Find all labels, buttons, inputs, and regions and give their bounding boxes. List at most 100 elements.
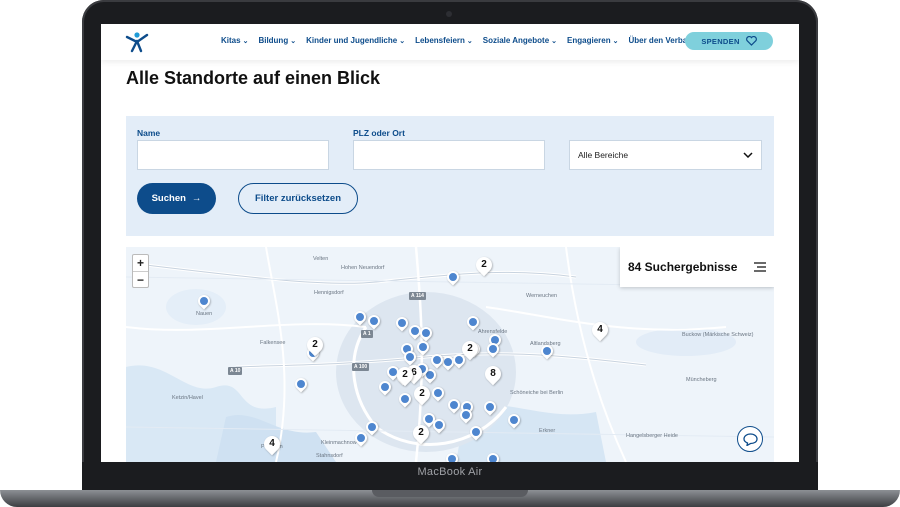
place-label: Falkensee [260,340,286,346]
place-label: Werneuchen [526,293,558,299]
cluster-marker[interactable]: 2 [393,363,417,387]
marker-dot [487,453,499,462]
list-icon [754,262,766,272]
cluster-count: 2 [418,427,424,438]
zoom-out-button[interactable]: − [133,272,148,288]
heart-icon [745,36,757,46]
camera-icon [446,11,452,17]
road-label: A 10 [228,367,243,375]
reset-filter-button[interactable]: Filter zurücksetzen [238,183,358,214]
cluster-count: 4 [597,324,603,335]
nav-item-kitas[interactable]: Kitas ⌄ [221,36,248,45]
cluster-count: 4 [269,438,275,449]
cluster-marker[interactable]: 4 [588,318,612,342]
logo-icon[interactable] [125,31,149,53]
marker-dot [487,343,499,355]
cluster-count: 8 [490,368,496,379]
cluster-marker[interactable]: 2 [303,333,327,357]
nav-item-bildung[interactable]: Bildung ⌄ [258,36,296,45]
results-count: 84 Suchergebnisse [628,260,738,274]
marker-dot [432,387,444,399]
marker-dot [467,316,479,328]
nav-item-lebensfeiern[interactable]: Lebensfeiern ⌄ [415,36,473,45]
nav-item-kinder[interactable]: Kinder und Jugendliche ⌄ [306,36,405,45]
place-label: Erkner [539,428,556,434]
nav-item-engagieren[interactable]: Engagieren ⌄ [567,36,618,45]
arrow-right-icon: → [191,193,202,204]
cluster-count: 2 [467,343,473,354]
site-header: Kitas ⌄ Bildung ⌄ Kinder und Jugendliche ⌄ … [101,24,799,60]
laptop-notch [372,490,528,497]
zoom-in-button[interactable]: + [133,255,148,271]
cluster-count: 2 [312,339,318,350]
marker-dot [295,378,307,390]
marker-dot [460,409,472,421]
marker-dot [399,393,411,405]
cluster-marker[interactable]: 2 [458,337,482,361]
marker-dot [448,399,460,411]
marker-dot [379,381,391,393]
marker-dot [404,351,416,363]
cluster-marker[interactable]: 2 [409,421,433,445]
marker-dot [508,414,520,426]
plz-input[interactable] [353,140,545,170]
cluster-count: 2 [402,369,408,380]
cluster-marker[interactable]: 2 [410,382,434,406]
cluster-count: 2 [419,388,425,399]
cluster-count: 2 [481,259,487,270]
place-label: Velten [313,256,329,262]
cluster-marker[interactable]: 8 [481,362,505,386]
place-label: Stahnsdorf [316,453,343,459]
marker-dot [420,327,432,339]
marker-dot [417,341,429,353]
chevron-down-icon [743,152,753,158]
marker-dot [431,354,443,366]
marker-dot [484,401,496,413]
filter-panel: Name PLZ oder Ort Alle Bereiche Suchen →… [126,116,774,236]
marker-dot [447,271,459,283]
nav-item-soziale-angebote[interactable]: Soziale Angebote ⌄ [483,36,557,45]
name-input[interactable] [137,140,329,170]
map[interactable]: Velten Hohen Neuendorf Hennigsdorf Ahrensfe… [126,247,774,462]
place-label: Kleinmachnow [321,440,357,446]
place-label: Nauen [196,311,213,317]
marker-dot [541,345,553,357]
device-label: MacBook Air [417,466,483,478]
chevron-down-icon: ⌄ [466,37,473,45]
place-label: Müncheberg [686,377,717,383]
area-select[interactable]: Alle Bereiche [569,140,762,170]
road-label: A 100 [352,363,370,371]
chat-bubble-icon [742,432,758,446]
cluster-marker[interactable]: 2 [472,253,496,277]
marker-dot [368,315,380,327]
road-label: A 1 [361,330,373,338]
chevron-down-icon: ⌄ [399,37,406,45]
marker-dot [470,426,482,438]
chevron-down-icon: ⌄ [242,37,249,45]
screen: Kitas ⌄ Bildung ⌄ Kinder und Jugendliche ⌄ … [101,24,799,462]
marker-dot [198,295,210,307]
marker-dot [446,453,458,462]
place-label: Ketzin/Havel [172,395,203,401]
marker-dot [366,421,378,433]
road-label: A 114 [409,292,426,300]
search-button[interactable]: Suchen → [137,183,216,214]
main-nav: Kitas ⌄ Bildung ⌄ Kinder und Jugendliche ⌄ … [221,36,705,45]
zoom-control: + − [132,254,149,288]
cluster-marker[interactable]: 4 [260,432,284,456]
marker-dot [355,432,367,444]
results-panel[interactable]: 84 Suchergebnisse [620,247,774,287]
chevron-down-icon: ⌄ [551,37,558,45]
marker-dot [433,419,445,431]
marker-dot [354,311,366,323]
place-label: Schöneiche bei Berlin [510,390,564,396]
name-label: Name [137,128,161,138]
plz-label: PLZ oder Ort [353,128,405,138]
chat-button[interactable] [737,426,763,452]
place-label: Hohen Neuendorf [341,265,385,271]
place-label: Hangelsberger Heide [626,433,678,439]
donate-button[interactable]: SPENDEN [685,32,773,50]
page-title: Alle Standorte auf einen Blick [126,68,381,88]
place-label: Hennigsdorf [314,290,344,296]
marker-dot [396,317,408,329]
